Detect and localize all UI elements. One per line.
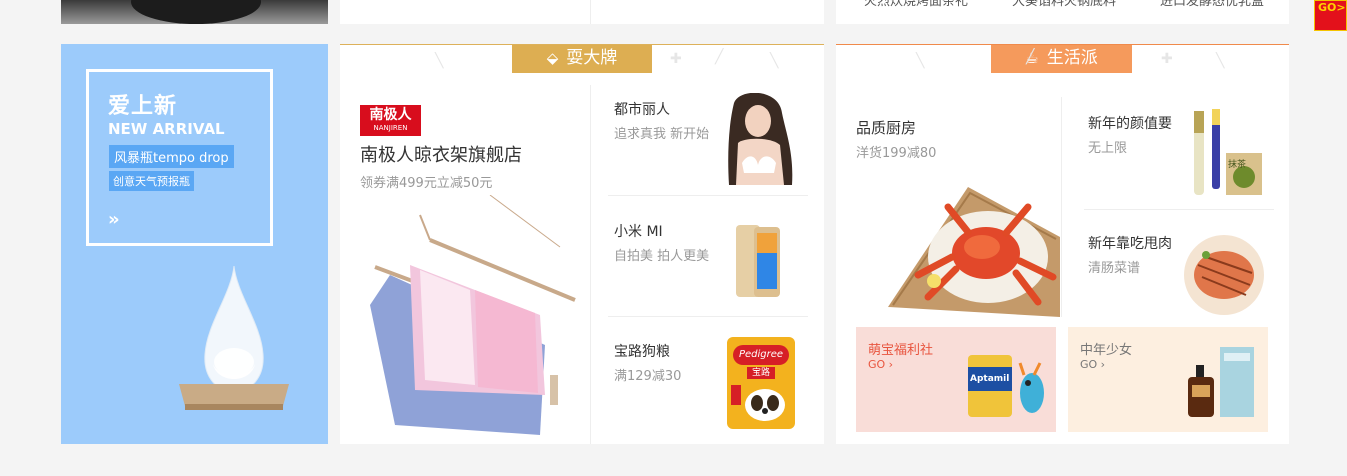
item-subtitle: 自拍美 拍人更美 (614, 249, 710, 264)
decor-dash: ╲ (770, 53, 779, 69)
matcha-gift-image[interactable]: 抹茶 (1186, 107, 1266, 199)
tab-brand[interactable]: ⬙ 耍大牌 (512, 45, 652, 73)
banner-tag: 风暴瓶tempo drop (109, 145, 234, 168)
nanjiren-logo[interactable]: 南极人 NANJIREN (360, 105, 421, 136)
new-arrival-banner[interactable]: 爱上新 NEW ARRIVAL 风暴瓶tempo drop 创意天气预报瓶 » (61, 44, 328, 444)
item-title[interactable]: 宝路狗粮 (614, 341, 670, 361)
item-subtitle: 追求真我 新开始 (614, 127, 710, 142)
tab-label: 生活派 (1046, 48, 1098, 68)
top-life-card[interactable]: 火烈炊烧烤面条礼 大葵馅料火锅底料 进口发酵态优乳盒 (836, 0, 1289, 24)
banner-tag: 创意天气预报瓶 (109, 171, 194, 191)
top-item-text[interactable]: 大葵馅料火锅底料 (1012, 0, 1116, 9)
item-subtitle: 满129减30 (614, 369, 682, 384)
banner-title: 爱上新 (108, 94, 178, 119)
divider (590, 0, 591, 24)
top-avatar-image[interactable] (61, 0, 328, 24)
logo-subtext: NANJIREN (373, 124, 408, 132)
pedigree-pack-image[interactable]: Pedigree 宝路 (727, 337, 795, 429)
decor-dash: ╲ (916, 53, 925, 69)
top-item-text[interactable]: 进口发酵态优乳盒 (1160, 0, 1264, 9)
feature-subtitle: 洋货199减80 (856, 146, 937, 161)
milk-brand-label: Aptamil (970, 374, 1010, 384)
item-title[interactable]: 新年的颜值要 (1088, 113, 1172, 133)
item-title[interactable]: 都市丽人 (614, 99, 670, 119)
tag-icon: ⬙ (546, 49, 559, 67)
mini-card-baby[interactable]: 萌宝福利社 GO › Aptamil (856, 327, 1056, 432)
mini-title: 中年少女 (1080, 343, 1133, 358)
go-link[interactable]: GO › (868, 358, 893, 371)
skincare-image (1188, 347, 1254, 417)
storm-glass-image (179, 264, 289, 414)
decor-dash: ╲ (1216, 53, 1225, 69)
top-item-text[interactable]: 火烈炊烧烤面条礼 (864, 0, 968, 9)
milk-powder-image (968, 355, 1044, 417)
top-brand-card[interactable] (340, 0, 824, 24)
tab-life[interactable]: ☕ 生活派 (991, 45, 1132, 73)
go-badge-label: GO> (1318, 1, 1346, 14)
decor-plus: ✚ (1161, 51, 1173, 67)
mini-title: 萌宝福利社 (868, 343, 934, 358)
floating-go-badge[interactable]: GO> (1314, 0, 1347, 31)
go-link[interactable]: GO › (1080, 358, 1105, 371)
drying-rack-image[interactable] (370, 194, 585, 440)
decor-dash: ╱ (715, 49, 724, 65)
item-title[interactable]: 小米 MI (614, 221, 663, 241)
matcha-label: 抹茶 (1228, 160, 1247, 170)
item-subtitle: 无上限 (1088, 141, 1128, 156)
item-title[interactable]: 新年靠吃甩肉 (1088, 233, 1172, 253)
divider (1061, 97, 1062, 317)
divider (608, 316, 808, 317)
xiaomi-phone-image[interactable] (734, 223, 784, 301)
divider (590, 85, 591, 444)
hair-shape (131, 0, 261, 24)
decor-dash: ╲ (435, 53, 444, 69)
model-image[interactable] (724, 92, 796, 185)
logo-text: 南极人 (369, 107, 412, 123)
decor-dash: ╱ (1026, 49, 1035, 65)
tab-label: 耍大牌 (566, 48, 618, 68)
banner-subtitle: NEW ARRIVAL (108, 120, 225, 138)
double-arrow-icon[interactable]: » (108, 209, 120, 230)
brand-panel: ⬙ 耍大牌 ╲ ✚ ╱ ╲ 南极人 NANJIREN 南极人晾衣架旗舰店 领券满4… (340, 44, 824, 444)
item-subtitle: 清肠菜谱 (1088, 261, 1141, 276)
king-crab-image[interactable] (888, 177, 1060, 317)
feature-title[interactable]: 品质厨房 (856, 117, 916, 138)
divider (608, 195, 808, 196)
store-subtitle: 领券满499元立减50元 (360, 176, 493, 191)
mini-card-lady[interactable]: 中年少女 GO › (1068, 327, 1268, 432)
divider (1084, 209, 1274, 210)
life-panel: ☕ 生活派 ╲ ╱ ✚ ╲ 品质厨房 洋货199减80 新年的颜值要 无上限 抹茶… (836, 44, 1289, 444)
store-title[interactable]: 南极人晾衣架旗舰店 (360, 141, 522, 167)
grilled-meat-image[interactable] (1182, 233, 1266, 317)
decor-plus: ✚ (670, 51, 682, 67)
